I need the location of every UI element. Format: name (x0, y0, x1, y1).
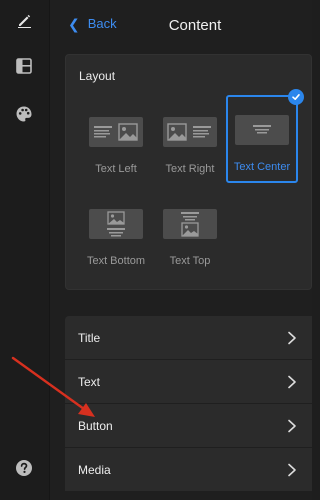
list-item-label: Text (78, 374, 101, 389)
list-item-label: Button (78, 418, 113, 433)
text-right-thumbnail (163, 117, 217, 147)
page-title: Content (168, 17, 222, 34)
chevron-right-icon (288, 375, 296, 388)
list-item-label: Title (78, 330, 101, 345)
layout-option-text-right[interactable]: Text Right (154, 97, 226, 185)
text-top-thumbnail (163, 209, 217, 239)
layout-option-text-center[interactable]: Text Center (226, 89, 304, 183)
text-left-thumbnail (89, 117, 143, 147)
panel-header: ❮ Back Content (50, 0, 312, 52)
chevron-right-icon (288, 419, 296, 432)
selected-check-icon (288, 89, 304, 105)
content-panel: ❮ Back Content Layout Text Left Text Rig… (50, 0, 312, 500)
text-center-thumbnail (235, 115, 289, 145)
layout-option-label: Text Top (169, 255, 211, 267)
chevron-right-icon (288, 331, 296, 344)
left-rail (0, 0, 50, 500)
list-item-media[interactable]: Media (65, 448, 312, 492)
list-item-text[interactable]: Text (65, 360, 312, 404)
layout-option-label: Text Left (95, 163, 137, 175)
layout-section-title: Layout (79, 69, 116, 83)
list-item-title[interactable]: Title (65, 316, 312, 360)
text-bottom-thumbnail (89, 209, 143, 239)
layout-option-text-bottom[interactable]: Text Bottom (80, 189, 152, 277)
layout-option-label: Text Right (165, 163, 215, 175)
chevron-right-icon (288, 463, 296, 476)
palette-icon[interactable] (12, 102, 36, 126)
question-icon[interactable] (12, 456, 36, 480)
layout-section: Layout Text Left Text Right Text Center (65, 54, 312, 290)
layout-option-label: Text Bottom (86, 255, 146, 267)
layout-option-text-top[interactable]: Text Top (154, 189, 226, 277)
content-items-list: Title Text Button Media (65, 316, 312, 492)
pencil-icon[interactable] (12, 8, 36, 32)
layout-option-text-left[interactable]: Text Left (80, 97, 152, 185)
list-item-label: Media (78, 462, 111, 477)
layout-option-label: Text Center (233, 161, 291, 173)
layout-icon[interactable] (12, 54, 36, 78)
list-item-button[interactable]: Button (65, 404, 312, 448)
